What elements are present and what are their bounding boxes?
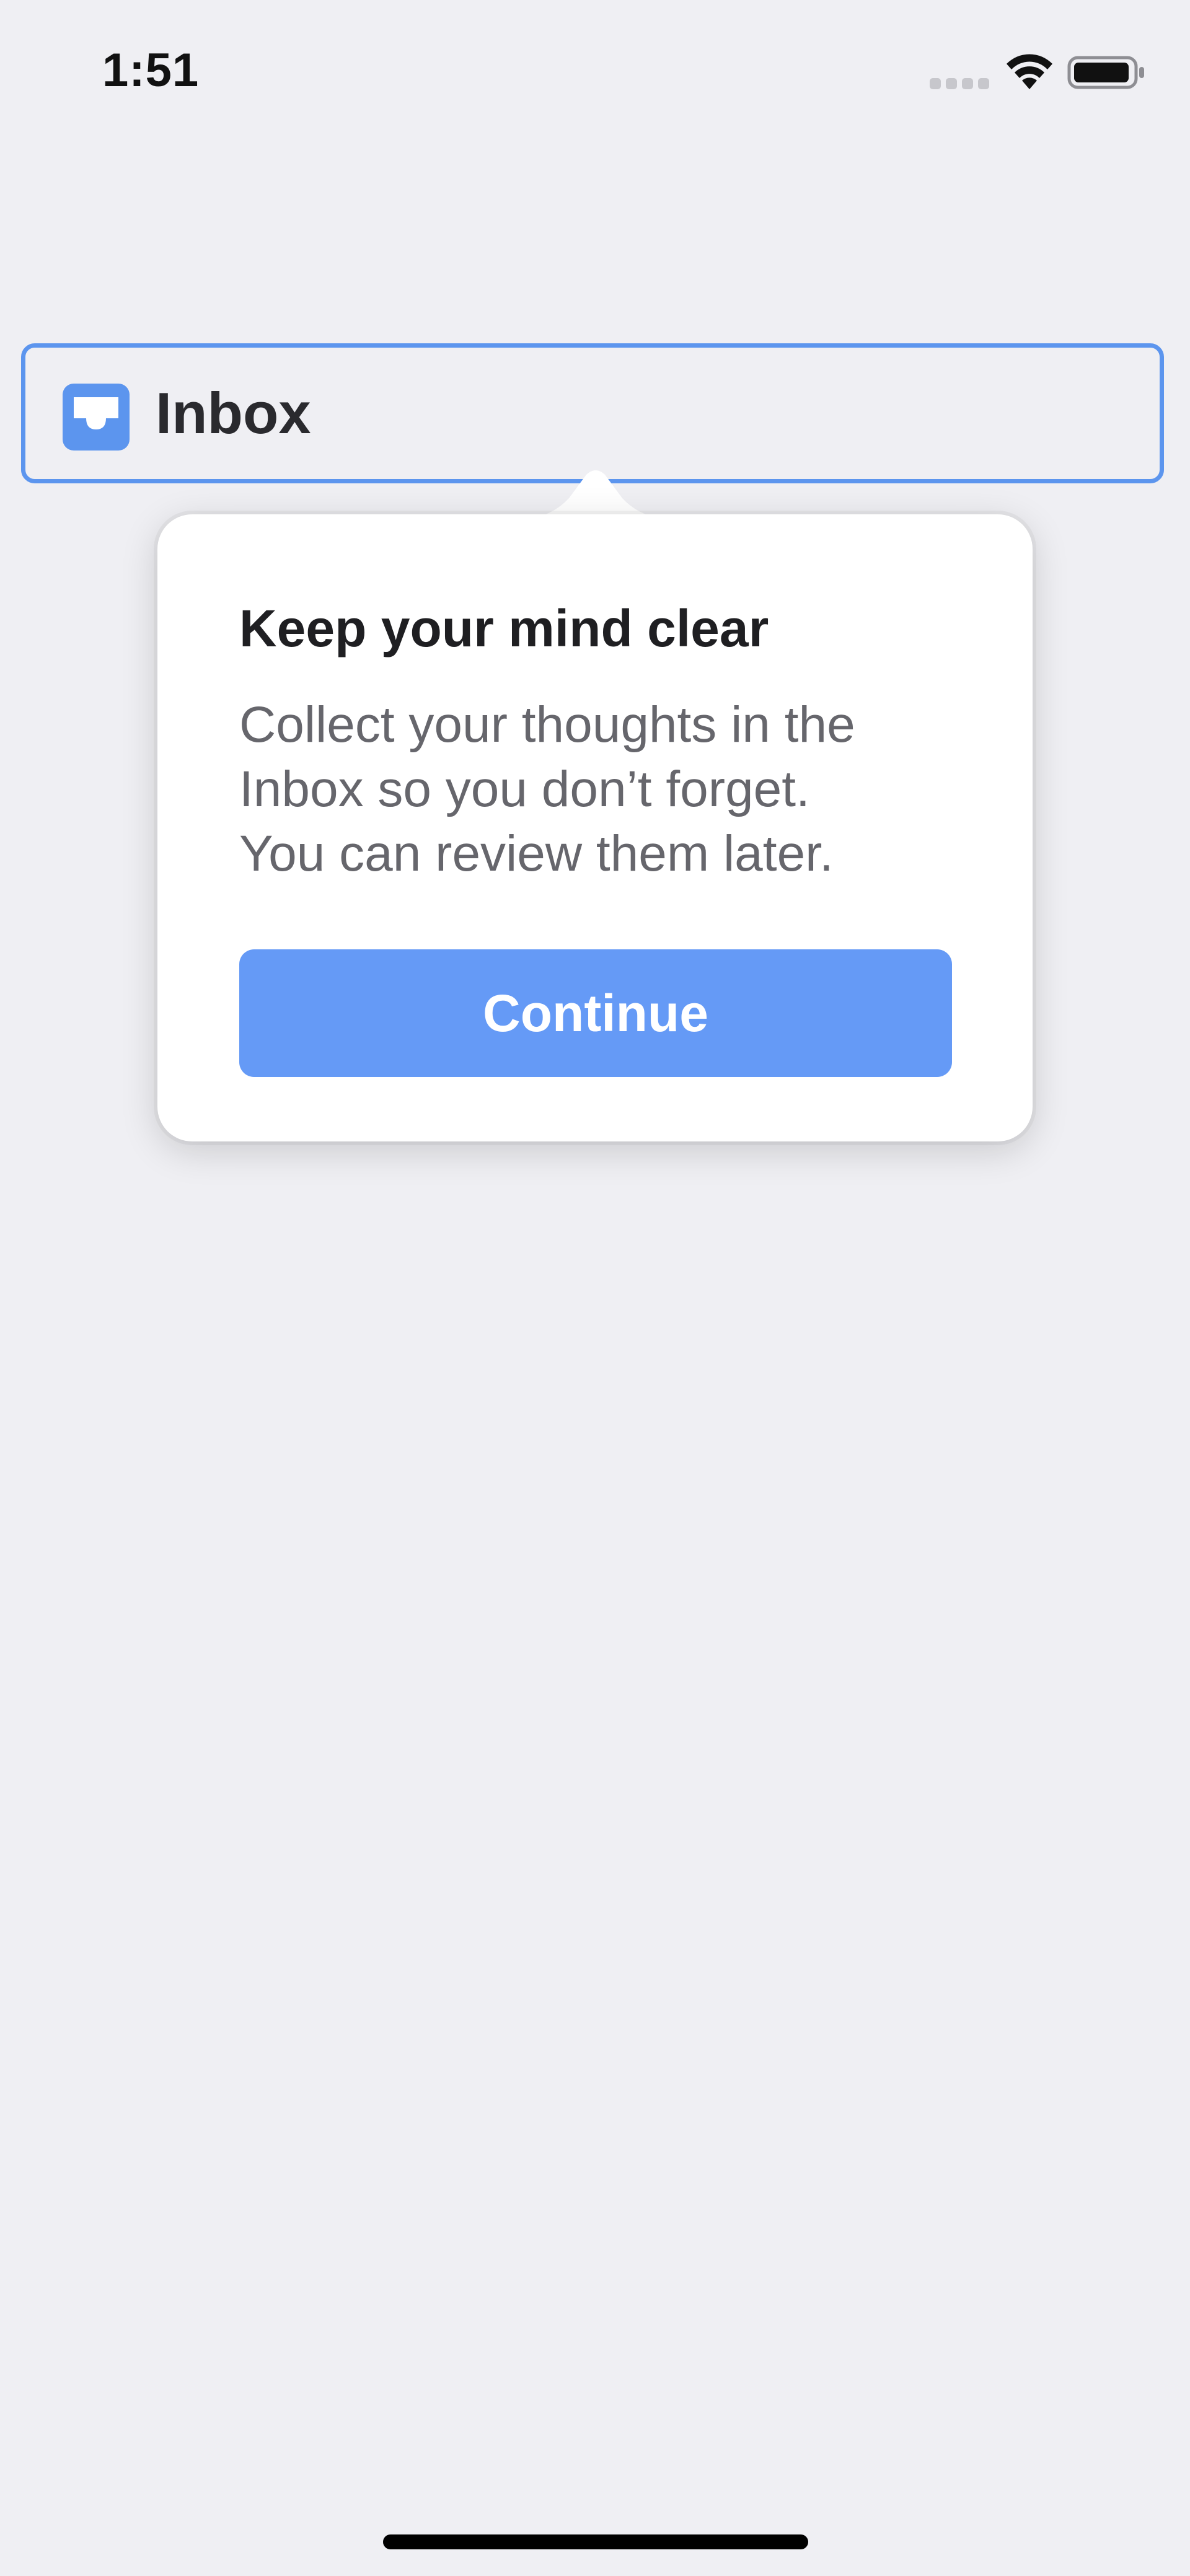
continue-button[interactable]: Continue	[239, 949, 952, 1077]
inbox-row[interactable]: Inbox	[21, 343, 1164, 483]
popover-body: Collect your thoughts in the Inbox so yo…	[239, 693, 983, 886]
status-bar: 1:51	[0, 0, 1190, 146]
status-time: 1:51	[102, 44, 200, 97]
battery-icon	[1067, 56, 1144, 89]
popover-body-line: Collect your thoughts in the	[239, 697, 855, 753]
popover-body-line: Inbox so you don’t forget.	[239, 761, 810, 817]
popover-arrow	[518, 470, 673, 519]
inbox-tray-icon	[63, 384, 130, 451]
popover-title: Keep your mind clear	[239, 599, 769, 657]
inbox-label: Inbox	[156, 380, 311, 446]
home-indicator[interactable]	[383, 2534, 808, 2549]
onboarding-popover: Keep your mind clear Collect your though…	[157, 514, 1033, 1141]
signal-icon	[930, 78, 989, 89]
wifi-icon	[1007, 54, 1052, 89]
popover-body-line: You can review them later.	[239, 825, 834, 882]
